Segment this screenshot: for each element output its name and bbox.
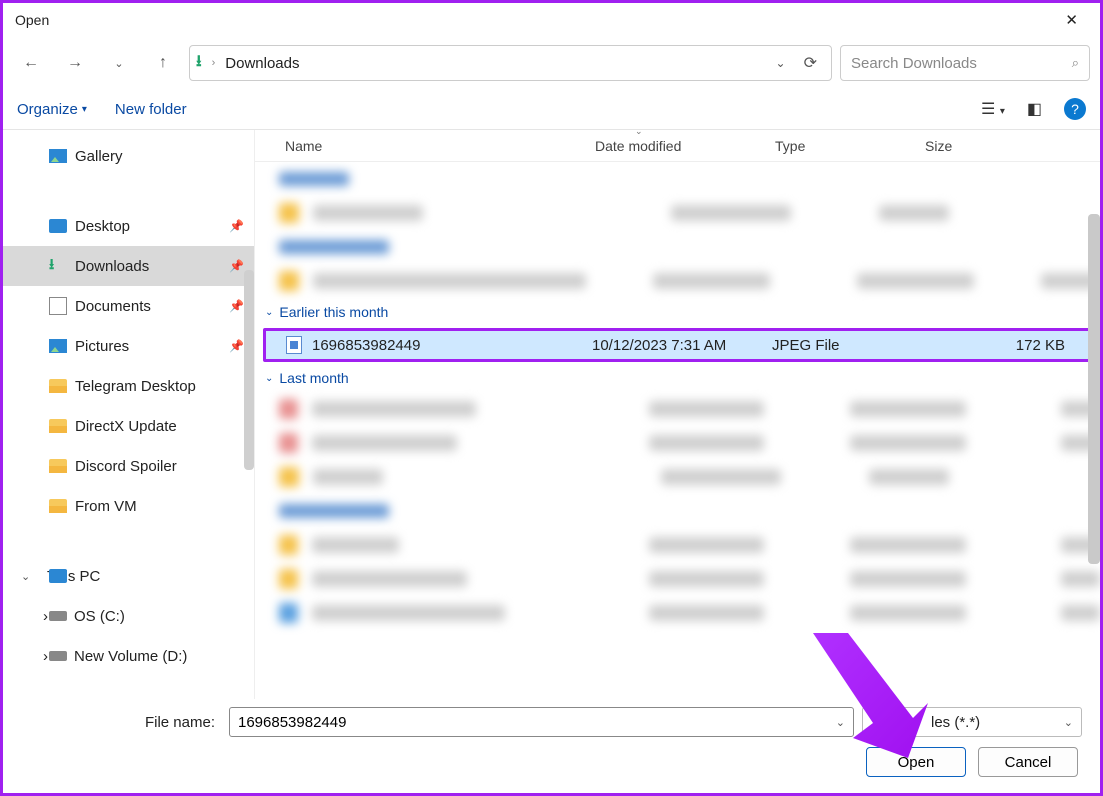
download-icon: ⭳ xyxy=(49,254,67,279)
drive-icon xyxy=(49,611,67,621)
sidebar-item-this-pc[interactable]: ⌄ This PC xyxy=(3,556,254,596)
window-title: Open xyxy=(15,12,49,28)
list-item xyxy=(255,528,1100,562)
picture-icon xyxy=(49,339,67,353)
document-icon xyxy=(49,297,67,315)
sidebar-item-drive[interactable]: › New Volume (D:) xyxy=(3,636,254,676)
dialog-footer: File name: 1696853982449 ⌄ les (*.*) ⌄ O… xyxy=(3,699,1100,793)
group-header-last-month[interactable]: ⌄ Last month xyxy=(255,364,1100,392)
sidebar-item-folder[interactable]: DirectX Update xyxy=(3,406,254,446)
list-item xyxy=(255,162,1100,196)
sidebar-item-gallery[interactable]: Gallery xyxy=(3,136,254,176)
help-icon[interactable]: ? xyxy=(1064,98,1086,120)
scrollbar[interactable] xyxy=(1088,214,1100,564)
preview-pane-toggle[interactable]: ◧ xyxy=(1027,99,1042,119)
download-icon: ⭳ xyxy=(196,50,202,77)
sidebar-item-folder[interactable]: Discord Spoiler xyxy=(3,446,254,486)
sidebar-item-folder[interactable]: From VM xyxy=(3,486,254,526)
chevron-right-icon[interactable]: › xyxy=(43,648,48,665)
sort-indicator-icon: ⌄ xyxy=(635,130,643,137)
title-bar: Open ✕ xyxy=(3,3,1100,37)
list-item xyxy=(255,426,1100,460)
gallery-icon xyxy=(49,149,67,163)
forward-button[interactable]: → xyxy=(57,45,93,81)
address-bar[interactable]: ⭳ › Downloads ⌄ ⟳ xyxy=(189,45,832,81)
folder-icon xyxy=(49,379,67,393)
chevron-right-icon: › xyxy=(212,57,216,69)
file-date: 10/12/2023 7:31 AM xyxy=(592,337,772,354)
chevron-down-icon[interactable]: ⌄ xyxy=(776,56,786,70)
list-item xyxy=(255,264,1100,298)
folder-icon xyxy=(49,459,67,473)
pc-icon xyxy=(49,569,67,583)
chevron-down-icon[interactable]: ⌄ xyxy=(836,716,845,729)
search-input[interactable]: Search Downloads ⌕ xyxy=(840,45,1090,81)
nav-toolbar: ← → ⌄ ↑ ⭳ › Downloads ⌄ ⟳ Search Downloa… xyxy=(3,37,1100,89)
recent-locations-button[interactable]: ⌄ xyxy=(101,45,137,81)
file-list-pane: ⌄ Name Date modified Type Size ⌄ Earlier… xyxy=(255,130,1100,699)
col-header-size[interactable]: Size xyxy=(925,138,1100,154)
pin-icon: 📌 xyxy=(229,219,244,233)
sidebar-item-documents[interactable]: Documents 📌 xyxy=(3,286,254,326)
file-row-selected[interactable]: 1696853982449 10/12/2023 7:31 AM JPEG Fi… xyxy=(263,328,1092,362)
list-item xyxy=(255,230,1100,264)
sidebar-item-pictures[interactable]: Pictures 📌 xyxy=(3,326,254,366)
sidebar-item-desktop[interactable]: Desktop 📌 xyxy=(3,206,254,246)
list-item xyxy=(255,562,1100,596)
file-type-filter[interactable]: les (*.*) ⌄ xyxy=(862,707,1082,737)
col-header-name[interactable]: Name xyxy=(255,138,595,154)
path-segment[interactable]: Downloads xyxy=(225,55,299,72)
scrollbar[interactable] xyxy=(244,130,254,699)
search-icon: ⌕ xyxy=(1072,55,1079,71)
file-name: 1696853982449 xyxy=(312,337,420,354)
file-type: JPEG File xyxy=(772,337,922,354)
jpeg-file-icon xyxy=(286,336,302,354)
chevron-down-icon: ⌄ xyxy=(265,373,273,384)
sidebar-item-drive[interactable]: › OS (C:) xyxy=(3,596,254,636)
up-button[interactable]: ↑ xyxy=(145,45,181,81)
chevron-down-icon: ⌄ xyxy=(265,307,273,318)
list-item xyxy=(255,196,1100,230)
file-size: 172 KB xyxy=(922,337,1089,354)
file-name-label: File name: xyxy=(21,714,221,731)
list-item xyxy=(255,392,1100,426)
folder-icon xyxy=(49,419,67,433)
col-header-type[interactable]: Type xyxy=(775,138,925,154)
list-item xyxy=(255,596,1100,630)
chevron-down-icon[interactable]: ⌄ xyxy=(21,570,30,583)
back-button[interactable]: ← xyxy=(13,45,49,81)
list-item xyxy=(255,494,1100,528)
cancel-button[interactable]: Cancel xyxy=(978,747,1078,777)
pin-icon: 📌 xyxy=(229,339,244,353)
desktop-icon xyxy=(49,219,67,233)
chevron-down-icon: ⌄ xyxy=(1064,716,1073,729)
view-menu[interactable]: ☰ ▾ xyxy=(981,99,1005,119)
column-headers: Name Date modified Type Size xyxy=(255,130,1100,162)
file-name-input[interactable]: 1696853982449 ⌄ xyxy=(229,707,854,737)
col-header-date[interactable]: Date modified xyxy=(595,138,775,154)
sidebar-item-folder[interactable]: Telegram Desktop xyxy=(3,366,254,406)
chevron-down-icon: ▾ xyxy=(82,104,87,115)
organize-menu[interactable]: Organize ▾ xyxy=(17,101,87,118)
list-item xyxy=(255,460,1100,494)
search-placeholder: Search Downloads xyxy=(851,55,977,72)
new-folder-button[interactable]: New folder xyxy=(115,101,187,118)
chevron-right-icon[interactable]: › xyxy=(43,608,48,625)
close-icon[interactable]: ✕ xyxy=(1055,5,1088,35)
refresh-icon[interactable]: ⟳ xyxy=(804,53,817,73)
pin-icon: 📌 xyxy=(229,299,244,313)
sidebar-item-downloads[interactable]: ⭳ Downloads 📌 xyxy=(3,246,254,286)
pin-icon: 📌 xyxy=(229,259,244,273)
drive-icon xyxy=(49,651,67,661)
open-button[interactable]: Open xyxy=(866,747,966,777)
navigation-pane: Gallery Desktop 📌 ⭳ Downloads 📌 Document… xyxy=(3,130,255,699)
command-bar: Organize ▾ New folder ☰ ▾ ◧ ? xyxy=(3,89,1100,129)
folder-icon xyxy=(49,499,67,513)
group-header-earlier-this-month[interactable]: ⌄ Earlier this month xyxy=(255,298,1100,326)
